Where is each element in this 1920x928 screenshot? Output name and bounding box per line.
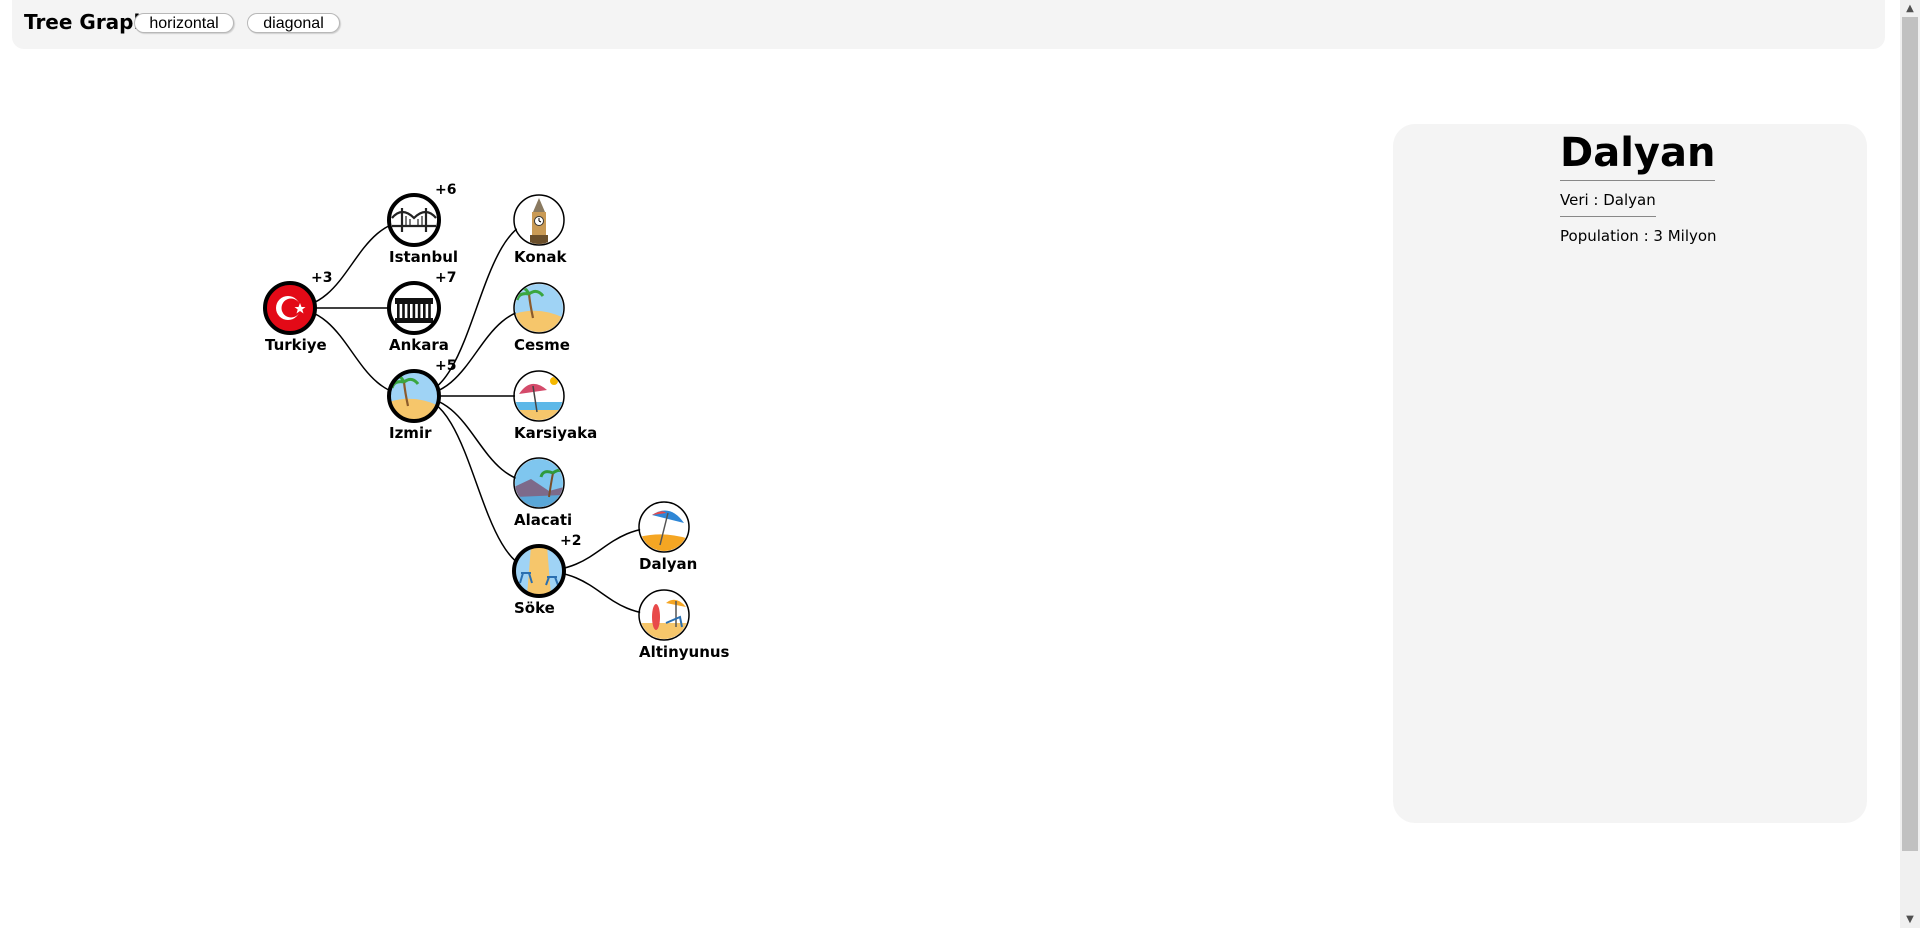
detail-population: Population : 3 Milyon — [1560, 227, 1717, 245]
node-label: Söke — [514, 599, 555, 617]
node-child-count: +6 — [435, 182, 456, 198]
detail-panel: Dalyan Veri : Dalyan Population : 3 Mily… — [1393, 124, 1867, 823]
tree-edges — [289, 219, 665, 616]
node-label: Izmir — [389, 424, 432, 442]
tree-node-alacati[interactable]: Alacati — [513, 457, 572, 529]
detail-title: Dalyan — [1560, 130, 1716, 181]
scroll-thumb[interactable] — [1902, 17, 1918, 851]
node-child-count: +2 — [560, 533, 581, 549]
node-child-count: +7 — [435, 270, 456, 286]
tree-node-turkiye[interactable]: Turkiye +3 — [263, 270, 332, 354]
node-label: Altinyunus — [639, 643, 730, 661]
node-label: Dalyan — [639, 555, 697, 573]
node-label: Cesme — [514, 336, 570, 354]
tree-node-karsiyaka[interactable]: Karsiyaka — [513, 370, 597, 442]
tree-node-soke[interactable]: Söke +2 — [512, 533, 581, 617]
scroll-up-arrow-icon[interactable]: ▲ — [1900, 0, 1920, 17]
detail-veri: Veri : Dalyan — [1560, 181, 1656, 217]
tree-node-konak[interactable]: Konak — [513, 194, 567, 266]
tree-node-dalyan[interactable]: Dalyan — [638, 501, 697, 573]
tree-node-ankara[interactable]: Ankara +7 — [387, 270, 456, 354]
tree-node-cesme[interactable]: Cesme — [513, 282, 570, 354]
node-child-count: +3 — [311, 270, 332, 286]
node-label: Istanbul — [389, 248, 458, 266]
node-label: Ankara — [389, 336, 449, 354]
tree-node-istanbul[interactable]: Istanbul +6 — [387, 182, 458, 266]
node-label: Konak — [514, 248, 567, 266]
vertical-scrollbar[interactable]: ▲ ▼ — [1900, 0, 1920, 928]
tree-graph: Turkiye +3 Istanbul +6 Ankara +7 Izmir +5 Konak C… — [263, 182, 730, 661]
node-child-count: +5 — [435, 358, 456, 374]
tree-nodes: Turkiye +3 Istanbul +6 Ankara +7 Izmir +5 Konak C… — [263, 182, 730, 661]
node-label: Alacati — [514, 511, 572, 529]
scroll-down-arrow-icon[interactable]: ▼ — [1900, 911, 1920, 928]
tree-node-altinyunus[interactable]: Altinyunus — [638, 589, 730, 661]
tree-node-izmir[interactable]: Izmir +5 — [387, 358, 456, 442]
node-label: Karsiyaka — [514, 424, 597, 442]
node-label: Turkiye — [265, 336, 327, 354]
